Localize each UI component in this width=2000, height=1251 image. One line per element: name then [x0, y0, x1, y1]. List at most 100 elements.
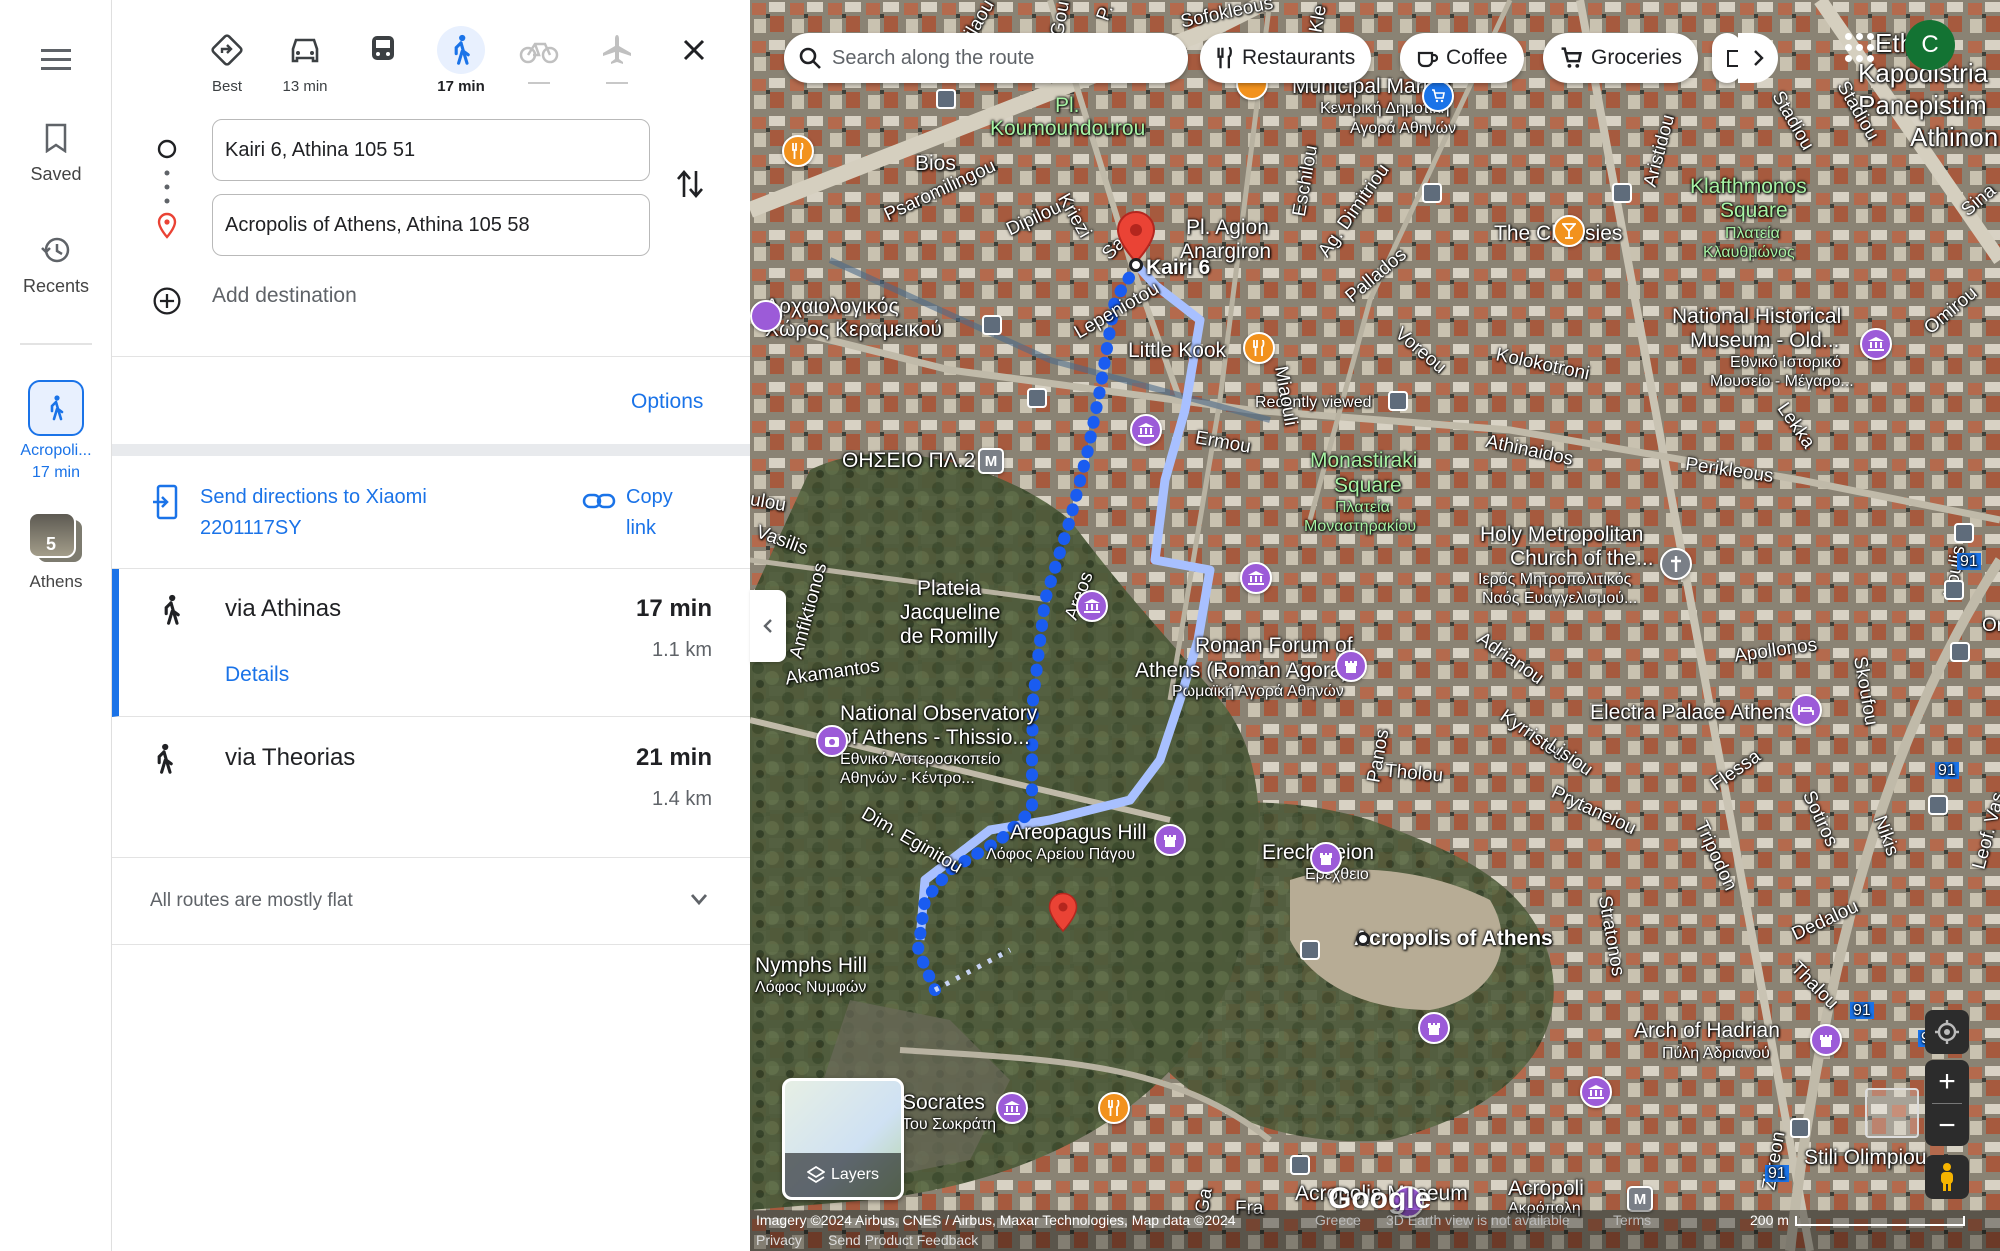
landmark-poi[interactable]: [1810, 1024, 1842, 1056]
map-label: Square: [1720, 199, 1788, 222]
museum-icon: [1084, 599, 1100, 613]
mode-drive[interactable]: 13 min: [272, 26, 338, 95]
copy-link-button[interactable]: Copy link: [582, 482, 686, 544]
bus-stop-icon[interactable]: [982, 315, 1002, 335]
route-option-theorias[interactable]: via Theorias 21 min 1.4 km: [112, 718, 750, 858]
bike-icon: [515, 26, 563, 74]
bus-stop-icon[interactable]: [1300, 940, 1320, 960]
map-label: Athens (Roman Agora): [1135, 659, 1349, 682]
athens-thumbnail: 5: [28, 512, 84, 564]
shopping-poi[interactable]: [1422, 80, 1454, 112]
landmark-poi[interactable]: [1154, 824, 1186, 856]
menu-button[interactable]: [36, 40, 76, 80]
options-button[interactable]: Options: [631, 390, 703, 414]
route-option-athinas[interactable]: via Athinas 17 min 1.1 km Details: [112, 569, 750, 717]
bus-stop-icon[interactable]: [1027, 388, 1047, 408]
map-label: Stili Olimpiou: [1804, 1146, 1927, 1169]
bus-stop-icon[interactable]: [1928, 795, 1948, 815]
mode-walk[interactable]: 17 min: [428, 26, 494, 95]
my-location-button[interactable]: [1925, 1010, 1969, 1054]
chip-coffee[interactable]: Coffee: [1400, 33, 1524, 83]
recents-button[interactable]: Recents: [0, 230, 112, 297]
search-along-route[interactable]: [784, 33, 1188, 83]
destination-dot: [1356, 932, 1370, 946]
chip-groceries[interactable]: Groceries: [1543, 33, 1699, 83]
hotel-poi[interactable]: [1790, 694, 1822, 726]
bus-stop-icon[interactable]: [936, 89, 956, 109]
landmark-poi[interactable]: [1335, 650, 1367, 682]
map-label: Nymphs Hill: [755, 954, 868, 977]
recent-trip-acropolis[interactable]: Acropoli... 17 min: [0, 380, 112, 484]
search-input[interactable]: [832, 46, 1152, 70]
destination-input[interactable]: Acropolis of Athens, Athina 105 58: [212, 194, 650, 256]
destination-pin[interactable]: [1048, 892, 1078, 939]
footer-terms[interactable]: Terms: [1613, 1212, 1651, 1228]
route-details-link[interactable]: Details: [225, 663, 289, 687]
add-destination-label[interactable]: Add destination: [212, 284, 357, 308]
museum-poi[interactable]: [1580, 1076, 1612, 1108]
chevron-left-icon: [763, 619, 772, 633]
mode-best[interactable]: Best: [194, 26, 260, 95]
add-destination-button[interactable]: [152, 284, 182, 318]
apps-grid-icon[interactable]: [1845, 33, 1875, 63]
footer-privacy[interactable]: Privacy: [756, 1232, 802, 1248]
bus-stop-icon[interactable]: [1388, 391, 1408, 411]
restaurant-poi[interactable]: [1243, 332, 1275, 364]
museum-poi[interactable]: [1860, 328, 1892, 360]
museum-poi[interactable]: [996, 1092, 1028, 1124]
directions-icon: [203, 26, 251, 74]
bus-stop-icon[interactable]: [1612, 183, 1632, 203]
bus-stop-icon[interactable]: [1950, 642, 1970, 662]
landmark-poi[interactable]: [1418, 1012, 1450, 1044]
bus-stop-icon[interactable]: [1790, 1118, 1810, 1138]
street-view-pegman[interactable]: [1925, 1155, 1969, 1199]
coffee-icon: [1416, 47, 1438, 69]
zoom-in-button[interactable]: +: [1925, 1060, 1969, 1103]
museum-poi[interactable]: [1240, 562, 1272, 594]
mode-flight[interactable]: [584, 26, 650, 84]
bar-poi[interactable]: [1553, 215, 1585, 247]
museum-poi[interactable]: [1130, 414, 1162, 446]
map-label: Arch of Hadrian: [1634, 1019, 1780, 1042]
route-shield: 91: [1765, 1165, 1789, 1182]
mode-bike[interactable]: [506, 26, 572, 84]
camera-icon: [825, 737, 839, 747]
route-shield: 91: [1957, 553, 1981, 570]
mode-transit[interactable]: [350, 26, 416, 78]
zoom-out-button[interactable]: −: [1925, 1104, 1969, 1147]
collapse-panel-button[interactable]: [750, 590, 786, 662]
layers-button[interactable]: Layers: [782, 1078, 904, 1200]
museum-poi[interactable]: [750, 300, 782, 332]
restaurant-poi[interactable]: [782, 135, 814, 167]
athens-list[interactable]: 5 Athens: [0, 512, 112, 592]
send-directions-button[interactable]: Send directions to Xiaomi 2201117SY: [152, 482, 500, 544]
metro-poi[interactable]: M: [978, 448, 1004, 474]
observatory-poi[interactable]: [816, 725, 848, 757]
museum-poi[interactable]: [1076, 590, 1108, 622]
restaurant-poi[interactable]: [1098, 1092, 1130, 1124]
map-canvas[interactable]: Bios Pl. Koumoundourou Municipal Market …: [750, 0, 2000, 1251]
origin-marker: [152, 138, 182, 160]
museum-icon: [1588, 1085, 1604, 1099]
metro-poi[interactable]: M: [1627, 1186, 1653, 1212]
footer-greece[interactable]: Greece: [1315, 1212, 1361, 1228]
origin-input[interactable]: Kairi 6, Athina 105 51: [212, 119, 650, 181]
saved-button[interactable]: Saved: [0, 118, 112, 185]
footer-3d-note: 3D Earth view is not available: [1386, 1212, 1570, 1228]
expand-elevation-button[interactable]: [688, 888, 710, 915]
bus-stop-icon[interactable]: [1954, 523, 1974, 543]
footer-feedback[interactable]: Send Product Feedback: [828, 1232, 978, 1248]
swap-button[interactable]: [670, 164, 710, 204]
route-time: 17 min: [635, 595, 712, 622]
account-avatar[interactable]: C: [1905, 20, 1955, 70]
landmark-poi[interactable]: [1310, 842, 1342, 874]
chip-restaurants[interactable]: Restaurants: [1200, 33, 1372, 83]
3d-view-icon[interactable]: [1865, 1088, 1919, 1138]
church-poi[interactable]: [1660, 548, 1692, 580]
pin-icon: [157, 212, 177, 239]
bus-stop-icon[interactable]: [1290, 1155, 1310, 1175]
close-directions-button[interactable]: [672, 28, 716, 72]
bus-stop-icon[interactable]: [1944, 580, 1964, 600]
bus-stop-icon[interactable]: [1422, 183, 1442, 203]
elevation-note: All routes are mostly flat: [150, 890, 353, 911]
